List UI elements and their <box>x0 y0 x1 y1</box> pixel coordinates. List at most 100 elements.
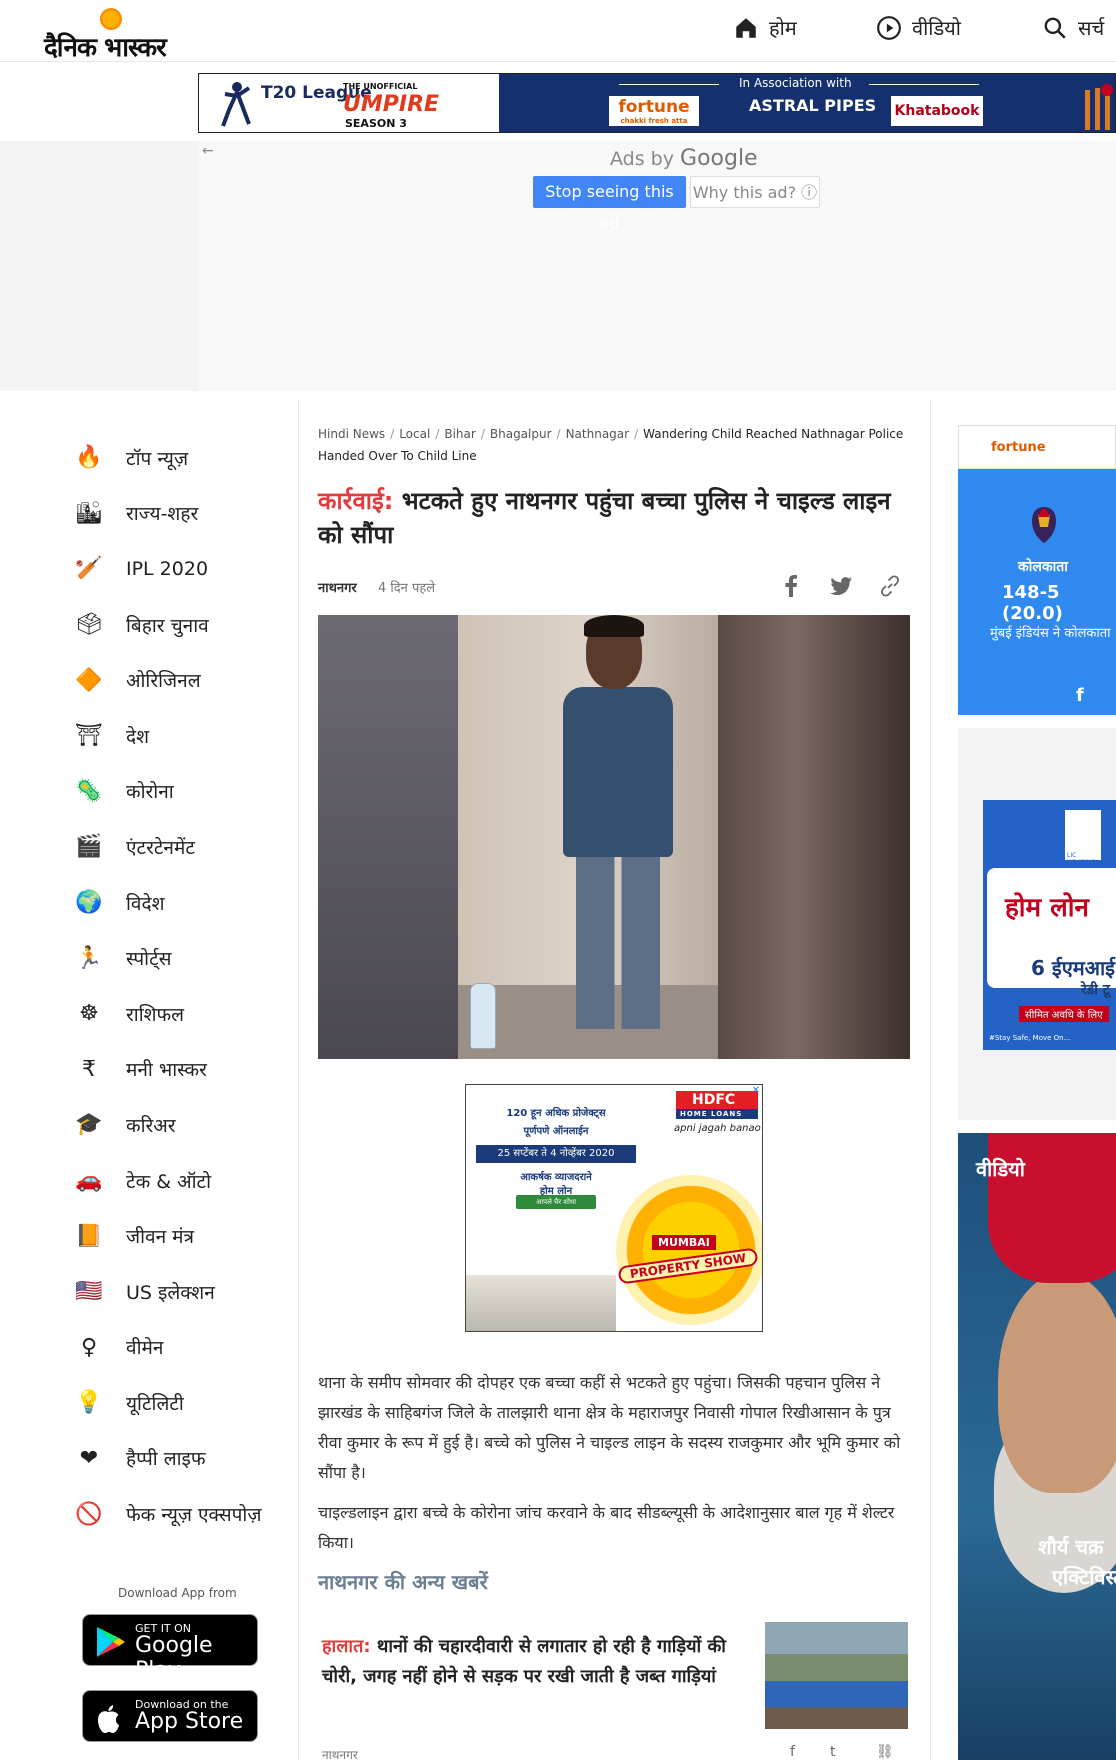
back-arrow-icon[interactable]: ← <box>202 143 214 159</box>
sidebar-item-label: करिअर <box>126 1114 176 1137</box>
article-headline: कार्रवाई: भटकते हुए नाथनगर पहुंचा बच्चा … <box>318 484 918 552</box>
site-logo[interactable]: दैनिक भास्कर <box>44 8 184 63</box>
breadcrumb-separator: / <box>634 427 639 441</box>
why-this-ad-button[interactable]: Why this ad? ⓘ <box>690 176 820 208</box>
video-caption-line1: शौर्य चक्र <box>1038 1535 1104 1559</box>
video-caption-line2: एक्टिविस्ट <box>1052 1565 1116 1589</box>
sidebar-item[interactable]: 🎓 करिअर <box>60 1097 300 1153</box>
nav-home[interactable]: होम <box>733 14 797 41</box>
nav-video[interactable]: वीडियो <box>876 14 961 41</box>
video-label: वीडियो <box>976 1157 1025 1181</box>
score-sponsor-logo: fortune <box>991 440 1046 455</box>
season-text: SEASON 3 <box>345 117 407 130</box>
ad-line-online: पूर्णपणे ऑनलाईन <box>523 1126 589 1137</box>
sidebar-item[interactable]: ₹ मनी भास्कर <box>60 1042 300 1098</box>
breadcrumb-link[interactable]: Local <box>399 427 430 441</box>
copy-link-icon[interactable]: ⛓ <box>876 1744 894 1760</box>
sidebar-item-label: यूटिलिटी <box>126 1392 184 1415</box>
umpire-figure-icon <box>221 82 251 127</box>
match-result: मुंबई इंडियंस ने कोलकाता <box>990 626 1111 641</box>
divider <box>619 84 719 85</box>
bulb-icon: 💡 <box>75 1390 103 1416</box>
breadcrumb-link[interactable]: Hindi News <box>318 427 385 441</box>
sidebar-item[interactable]: 📙 जीवन मंत्र <box>60 1208 300 1264</box>
hdfc-name: HDFC <box>692 1092 736 1108</box>
breadcrumb-separator: / <box>480 427 485 441</box>
sidebar-item[interactable]: 🌍 विदेश <box>60 875 300 931</box>
fire-icon: 🔥 <box>75 445 103 471</box>
breadcrumb-link[interactable]: Bihar <box>444 427 475 441</box>
headline-text: भटकते हुए नाथनगर पहुंचा बच्चा पुलिस ने च… <box>318 487 891 549</box>
breadcrumb: Hindi News / Local / Bihar / Bhagalpur / Nathnag… <box>318 423 910 467</box>
ad-line-projects: 120 हून अधिक प्रोजेक्ट्स <box>506 1108 606 1119</box>
breadcrumb-link[interactable]: Bhagalpur <box>490 427 552 441</box>
copy-link-icon[interactable] <box>876 572 904 600</box>
sidebar-item[interactable]: 🏙 राज्य-शहर <box>60 486 300 542</box>
search-icon <box>1044 17 1066 39</box>
ad-close-icon[interactable]: ✕ <box>752 1085 760 1096</box>
globe-icon: 🌍 <box>75 890 103 916</box>
facebook-share-icon[interactable]: f <box>790 1744 795 1760</box>
home-icon <box>736 17 756 38</box>
related-story-title[interactable]: हालात: थानों की चहारदीवारी से लगातार हो … <box>322 1632 732 1692</box>
sidebar-item[interactable]: 🚗 टेक & ऑटो <box>60 1153 300 1209</box>
sidebar-item[interactable]: 🇺🇸 US इलेक्शन <box>60 1264 300 1320</box>
sidebar-item-label: टॉप न्यूज़ <box>126 447 189 470</box>
election-icon: 🗳 <box>75 612 103 638</box>
sidebar-item-label: कोरोना <box>126 781 174 804</box>
rupee-icon: ₹ <box>82 1056 96 1082</box>
breadcrumb-link[interactable]: Nathnagar <box>566 427 630 441</box>
sidebar-item[interactable]: 🏏 IPL 2020 <box>60 541 300 597</box>
sidebar-item[interactable]: 🏃 स्पोर्ट्स <box>60 930 300 986</box>
sidebar-item-label: टेक & ऑटो <box>126 1170 211 1193</box>
stop-seeing-ad-button[interactable]: Stop seeing this ad <box>533 176 686 233</box>
virus-icon: 🦠 <box>75 778 103 804</box>
twitter-share-icon[interactable] <box>827 572 855 600</box>
sidebar-item[interactable]: 🔥 टॉप न्यूज़ <box>60 430 300 486</box>
sidebar-item[interactable]: ☸ राशिफल <box>60 986 300 1042</box>
hdfc-property-show-ad[interactable]: 120 हून अधिक प्रोजेक्ट्स पूर्णपणे ऑनलाईन… <box>465 1084 763 1332</box>
sidebar-item[interactable]: ♀ वीमेन <box>60 1320 300 1376</box>
app-store-button[interactable]: Download on the App Store <box>82 1690 258 1742</box>
ads-by-google: Ads by Google <box>610 146 758 171</box>
sidebar-item[interactable]: 🦠 कोरोना <box>60 764 300 820</box>
khatabook-logo: Khatabook <box>891 96 983 126</box>
original-icon: 🔶 <box>75 667 103 693</box>
sidebar-item[interactable]: 💡 यूटिलिटी <box>60 1375 300 1431</box>
sidebar-item[interactable]: 🚫 फेक न्यूज़ एक्सपोज़ <box>60 1486 300 1542</box>
lic-housing-ad[interactable]: LIC HOUSING होम लोन 6 ईएमआई रेडी टू सीमि… <box>983 800 1116 1050</box>
article-location[interactable]: नाथनगर <box>318 578 357 596</box>
heart-icon: ❤ <box>79 1445 99 1471</box>
related-story-kicker: हालात: <box>322 1636 371 1657</box>
sidebar-item-label: स्पोर्ट्स <box>126 948 172 971</box>
article-paragraph: चाइल्डलाइन द्वारा बच्चे के कोरोना जांच क… <box>318 1503 895 1552</box>
video-widget[interactable]: वीडियो शौर्य चक्र एक्टिविस्ट <box>958 1133 1116 1760</box>
related-story-thumbnail[interactable] <box>765 1622 908 1729</box>
runner-icon: 🏃 <box>75 945 103 971</box>
sidebar-item-label: IPL 2020 <box>126 557 209 580</box>
team-score: 148-5 (20.0) <box>1002 582 1063 624</box>
ipl-score-widget[interactable]: fortune कोलकाता 148-5 (20.0) मुंबई इंडिय… <box>958 425 1116 715</box>
fake-icon: 🚫 <box>75 1501 103 1527</box>
facebook-icon[interactable]: f <box>1076 685 1084 706</box>
sidebar-item[interactable]: 🗳 बिहार चुनाव <box>60 597 300 653</box>
clapper-icon: 🎬 <box>75 834 103 860</box>
sidebar-item[interactable]: 🎬 एंटरटेनमेंट <box>60 819 300 875</box>
astral-logo: ASTRAL PIPES <box>749 96 877 115</box>
twitter-share-icon[interactable]: t <box>830 1744 836 1760</box>
sidebar-item[interactable]: 🔶 ओरिजिनल <box>60 652 300 708</box>
t20-league-banner-ad[interactable]: T20 League THE UNOFFICIAL UMPIRE SEASON … <box>198 73 1116 133</box>
article-paragraph: थाना के समीप सोमवार की दोपहर एक बच्चा कह… <box>318 1373 901 1482</box>
ad-mumbai: MUMBAI <box>652 1235 716 1250</box>
breadcrumb-separator: / <box>390 427 395 441</box>
app-store-label: App Store <box>135 1709 244 1734</box>
google-play-button[interactable]: GET IT ON Google Play <box>82 1614 258 1683</box>
umpire-title: UMPIRE <box>343 92 440 117</box>
facebook-share-icon[interactable] <box>777 572 805 600</box>
sidebar-item[interactable]: ⛩ देश <box>60 708 300 764</box>
banner-left: T20 League THE UNOFFICIAL UMPIRE SEASON … <box>199 74 499 132</box>
nav-search[interactable]: सर्च <box>1042 14 1104 41</box>
sidebar-item-label: मनी भास्कर <box>126 1059 207 1082</box>
photo-door <box>718 615 910 1059</box>
sidebar-item[interactable]: ❤ हैप्पी लाइफ <box>60 1431 300 1487</box>
